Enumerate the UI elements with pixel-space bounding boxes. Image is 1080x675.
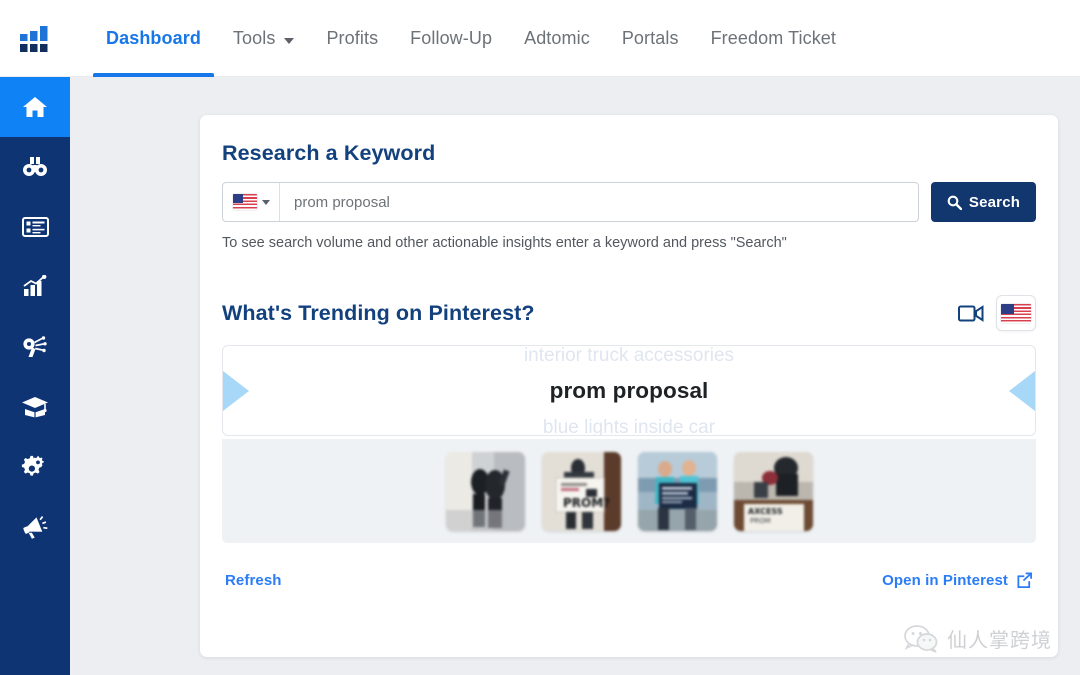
nav-item-dashboard[interactable]: Dashboard: [90, 0, 217, 77]
sidebar-item-analytics[interactable]: [0, 257, 70, 317]
prom-couple-photo-3-icon: [638, 452, 717, 531]
sidebar-item-academy[interactable]: [0, 377, 70, 437]
nav-item-portals[interactable]: Portals: [606, 0, 695, 77]
video-camera-icon[interactable]: [958, 304, 984, 323]
nav-item-label: Profits: [326, 28, 378, 49]
search-button-label: Search: [969, 194, 1020, 211]
country-selector[interactable]: [223, 183, 280, 221]
nav-item-label: Follow-Up: [410, 28, 492, 49]
megaphone-icon: [22, 515, 49, 539]
app-logo[interactable]: [0, 0, 70, 77]
refresh-label: Refresh: [225, 572, 282, 589]
us-flag-icon: [233, 194, 257, 210]
list-item[interactable]: AXCESS PROM: [734, 452, 813, 531]
prom-sign-photo-2-icon: PROM?: [542, 452, 621, 531]
keyword-search-row: Search: [222, 182, 1036, 222]
nav-item-tools[interactable]: Tools: [217, 0, 311, 77]
nav-item-label: Portals: [622, 28, 679, 49]
nav-item-freedom-ticket[interactable]: Freedom Ticket: [695, 0, 852, 77]
chevron-down-icon: [262, 200, 270, 205]
gears-icon: [21, 455, 49, 479]
carousel-next-arrow-icon[interactable]: [1009, 371, 1035, 411]
list-item[interactable]: [638, 452, 717, 531]
left-sidebar: [0, 77, 70, 675]
carousel-prev-arrow-icon[interactable]: [223, 371, 249, 411]
nav-item-adtomic[interactable]: Adtomic: [508, 0, 606, 77]
sidebar-item-keywords[interactable]: [0, 317, 70, 377]
refresh-link[interactable]: Refresh: [225, 572, 282, 589]
primary-nav-items: Dashboard Tools Profits Follow-Up Adtomi…: [70, 0, 852, 77]
nav-item-follow-up[interactable]: Follow-Up: [394, 0, 508, 77]
carousel-next-keyword[interactable]: blue lights inside car: [543, 413, 715, 437]
nav-item-profits[interactable]: Profits: [310, 0, 394, 77]
sidebar-item-settings[interactable]: [0, 437, 70, 497]
prom-photo-1-icon: [446, 452, 525, 531]
home-icon: [22, 95, 48, 119]
nav-item-label: Tools: [233, 28, 276, 49]
search-input[interactable]: [280, 183, 918, 221]
research-section-title: Research a Keyword: [222, 141, 1036, 166]
graduation-cap-icon: [21, 395, 49, 419]
dashboard-card: Research a Keyword Search To see search …: [200, 115, 1058, 657]
nav-item-label: Dashboard: [106, 28, 201, 49]
svg-text:PROM: PROM: [750, 517, 771, 525]
us-flag-icon: [1001, 304, 1031, 323]
trending-header-actions: [958, 295, 1036, 331]
carousel-slides: interior truck accessories prom proposal…: [223, 345, 1035, 436]
list-item[interactable]: PROM?: [542, 452, 621, 531]
main-content-area: Research a Keyword Search To see search …: [70, 77, 1080, 675]
carousel-current-keyword[interactable]: prom proposal: [550, 371, 709, 413]
carousel-previous-keyword[interactable]: interior truck accessories: [524, 345, 734, 371]
bar-chart-logo-icon: [20, 26, 50, 52]
binoculars-icon: [22, 155, 48, 179]
country-flag-button[interactable]: [996, 295, 1036, 331]
trending-header: What's Trending on Pinterest?: [222, 295, 1036, 331]
sidebar-item-home[interactable]: [0, 77, 70, 137]
search-button[interactable]: Search: [931, 182, 1036, 222]
trending-thumbnail-strip: PROM?: [222, 439, 1036, 543]
external-link-icon: [1016, 572, 1033, 589]
sidebar-item-product-research[interactable]: [0, 137, 70, 197]
list-card-icon: [22, 216, 49, 238]
svg-text:PROM?: PROM?: [563, 496, 610, 510]
prom-setup-photo-4-icon: AXCESS PROM: [734, 452, 813, 531]
magnifier-icon: [947, 195, 962, 210]
open-in-pinterest-link[interactable]: Open in Pinterest: [882, 572, 1033, 589]
key-icon: [22, 336, 49, 359]
sidebar-item-listings[interactable]: [0, 197, 70, 257]
trending-section-title: What's Trending on Pinterest?: [222, 301, 535, 326]
top-navigation-bar: Dashboard Tools Profits Follow-Up Adtomi…: [0, 0, 1080, 77]
bar-chart-trend-icon: [22, 275, 48, 299]
svg-text:AXCESS: AXCESS: [748, 507, 783, 516]
list-item[interactable]: [446, 452, 525, 531]
sidebar-item-promotions[interactable]: [0, 497, 70, 557]
trending-keyword-carousel[interactable]: interior truck accessories prom proposal…: [222, 345, 1036, 436]
search-hint-text: To see search volume and other actionabl…: [222, 235, 1036, 251]
card-footer-actions: Refresh Open in Pinterest: [222, 572, 1036, 589]
chevron-down-icon: [284, 38, 294, 44]
nav-item-label: Adtomic: [524, 28, 590, 49]
nav-item-label: Freedom Ticket: [711, 28, 836, 49]
keyword-input-group: [222, 182, 919, 222]
open-in-pinterest-label: Open in Pinterest: [882, 572, 1008, 589]
